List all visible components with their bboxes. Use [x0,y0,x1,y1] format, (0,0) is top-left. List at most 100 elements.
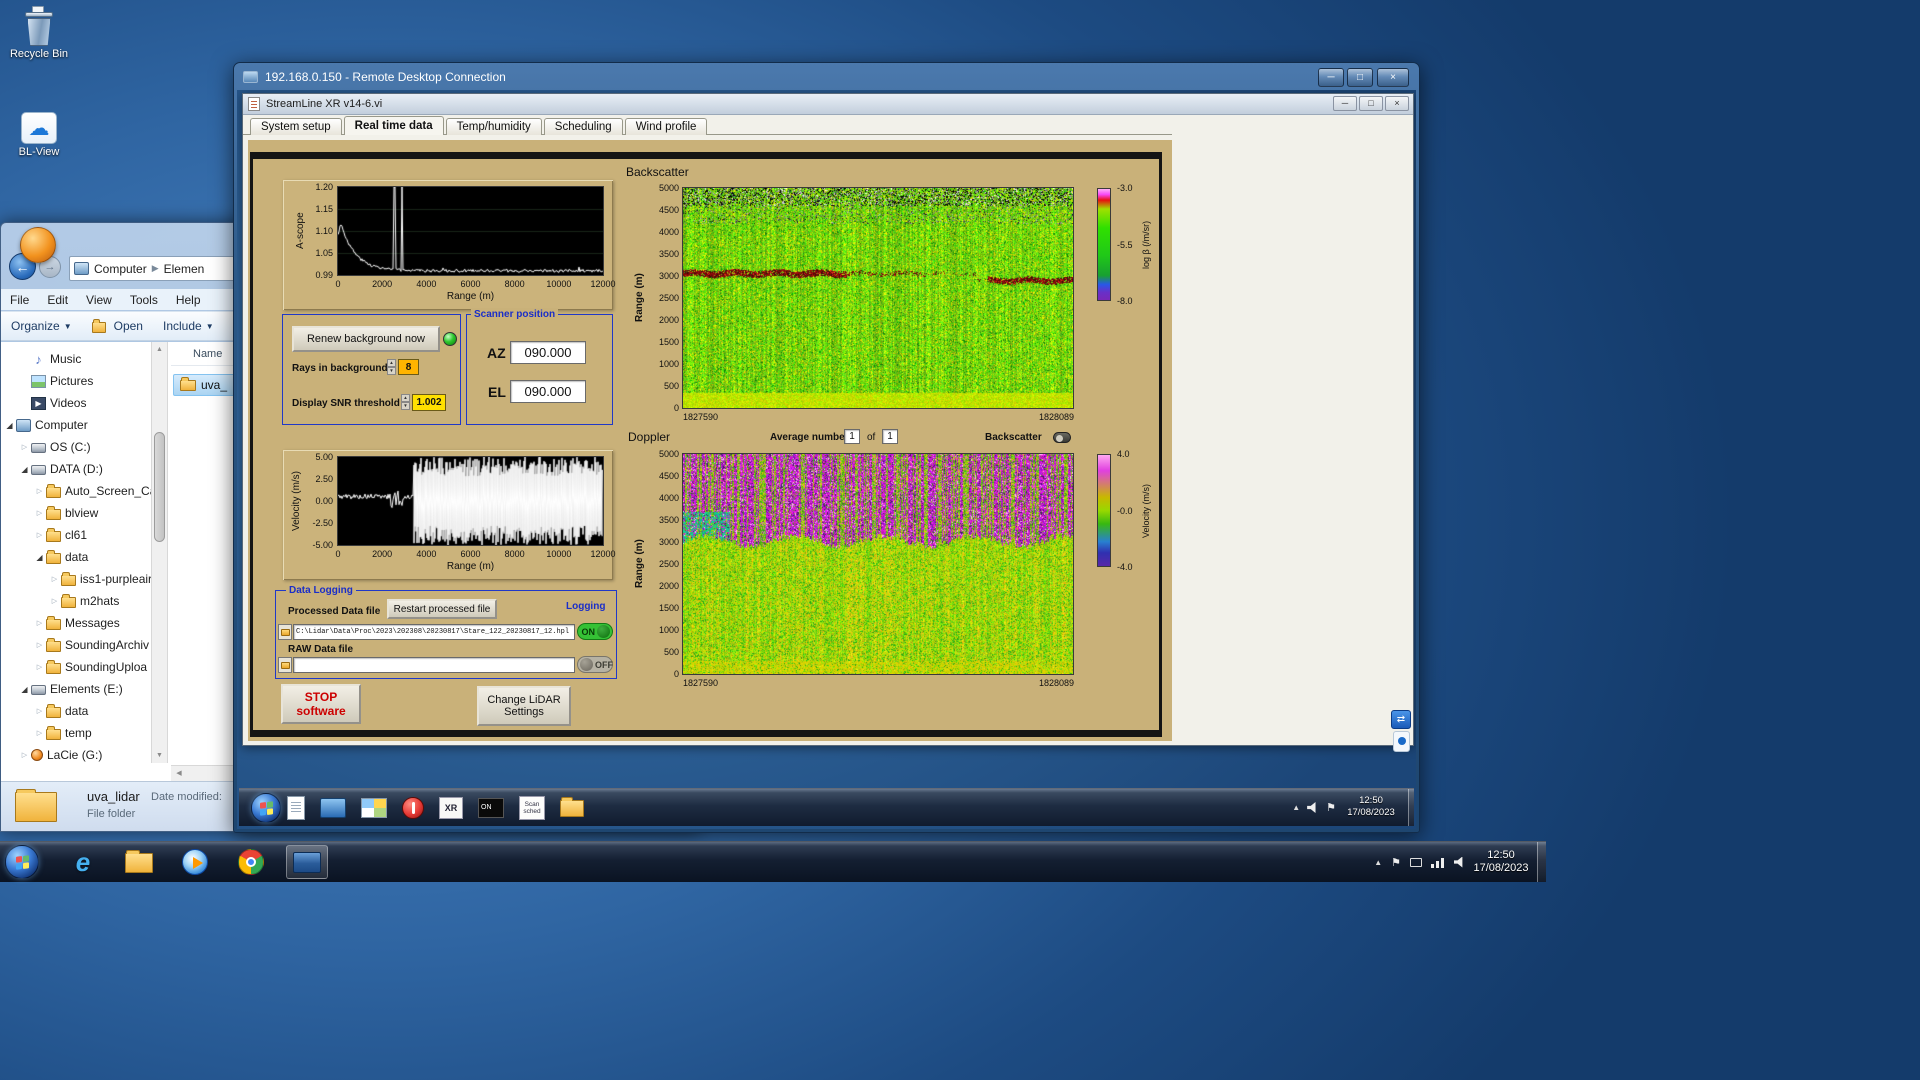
remote-taskbar-button-xr[interactable]: XR [439,797,463,819]
open-button[interactable]: Open [82,319,153,333]
stop-software-button[interactable]: STOPsoftware [281,684,361,724]
tree-scrollbar[interactable]: ▲ ▼ [151,342,168,763]
el-value[interactable]: 090.000 [510,380,586,403]
teamviewer-arrows-icon[interactable]: ⇄ [1391,710,1411,729]
tree-item-os-c[interactable]: ▷OS (C:) [1,436,151,458]
change-lidar-settings-button[interactable]: Change LiDARSettings [477,686,571,726]
remote-taskbar-button-app-blue[interactable] [320,798,346,818]
tree-item-m2hats[interactable]: ▷m2hats [1,590,151,612]
firefox-icon[interactable] [20,227,56,263]
backscatter-display-toggle[interactable] [1053,432,1071,443]
desktop-icon-bl-view[interactable]: ☁ BL-View [2,112,76,158]
taskbar-button-rdp[interactable] [286,845,328,879]
tree-collapsed-arrow-icon[interactable]: ▷ [33,663,46,671]
include-in-library-button[interactable]: Include▼ [153,319,224,333]
remote-taskbar-button-document[interactable] [287,796,305,820]
hidden-icons-arrow[interactable]: ▲ [1292,803,1300,812]
tree-item-data[interactable]: ▷data [1,700,151,722]
tree-collapsed-arrow-icon[interactable]: ▷ [33,729,46,737]
start-button[interactable] [5,845,39,879]
clock[interactable]: 12:50 17/08/2023 [1470,849,1532,875]
tree-item-pictures[interactable]: Pictures [1,370,151,392]
tab-temp-humidity[interactable]: Temp/humidity [446,118,542,136]
tree-item-messages[interactable]: ▷Messages [1,612,151,634]
teamviewer-panel[interactable]: ⇄ [1391,710,1411,754]
tree-item-soundingarchiv[interactable]: ▷SoundingArchiv [1,634,151,656]
tree-expanded-arrow-icon[interactable]: ◢ [3,421,16,430]
scroll-left-icon[interactable]: ◀ [171,766,187,781]
network-icon[interactable] [1431,857,1445,868]
processed-logging-toggle[interactable]: ON [577,623,613,640]
tab-scheduling[interactable]: Scheduling [544,118,623,136]
tree-collapsed-arrow-icon[interactable]: ▷ [33,531,46,539]
scroll-up-icon[interactable]: ▲ [152,342,167,357]
tab-wind-profile[interactable]: Wind profile [625,118,708,136]
tree-collapsed-arrow-icon[interactable]: ▷ [33,641,46,649]
breadcrumb-computer[interactable]: Computer [94,262,147,276]
snr-spinner[interactable]: ▲▼ [401,394,410,410]
restore-button[interactable]: □ [1359,96,1383,111]
raw-logging-toggle[interactable]: OFF [577,656,613,673]
tree-item-temp[interactable]: ▷temp [1,722,151,744]
taskbar-button-ie[interactable]: e [62,845,104,879]
show-desktop-button[interactable] [1537,842,1546,882]
name-column-header[interactable]: Name [171,348,222,360]
tree-item-iss1-purpleair[interactable]: ▷iss1-purpleair- [1,568,151,590]
remote-taskbar-button-folder-s[interactable] [560,798,584,817]
breadcrumb-folder[interactable]: Elemen [164,262,205,276]
menu-help[interactable]: Help [167,293,210,307]
tree-expanded-arrow-icon[interactable]: ◢ [18,465,31,474]
tree-item-blview[interactable]: ▷blview [1,502,151,524]
tree-item-soundinguploa[interactable]: ▷SoundingUploa [1,656,151,678]
renew-background-button[interactable]: Renew background now [292,326,440,352]
minimize-button[interactable]: ─ [1333,96,1357,111]
remote-show-desktop-button[interactable] [1408,789,1414,826]
desktop-icon-recycle-bin[interactable]: Recycle Bin [2,6,76,60]
remote-taskbar-button-power[interactable] [402,797,424,819]
teamviewer-icon[interactable] [1393,731,1410,752]
minimize-button[interactable]: ─ [1318,68,1344,87]
average-number-value[interactable]: 1 [844,429,860,444]
tree-collapsed-arrow-icon[interactable]: ▷ [48,597,61,605]
menu-file[interactable]: File [1,293,38,307]
action-center-flag-icon[interactable]: ⚑ [1326,801,1336,814]
snr-value[interactable]: 1.002 [412,394,446,411]
tree-expanded-arrow-icon[interactable]: ◢ [33,553,46,562]
tree-collapsed-arrow-icon[interactable]: ▷ [33,619,46,627]
tree-item-videos[interactable]: ▶Videos [1,392,151,414]
close-button[interactable]: × [1377,68,1409,87]
average-of-value[interactable]: 1 [882,429,898,444]
remote-taskbar-button-app-tiles[interactable] [361,798,387,818]
remote-taskbar-button-scan[interactable]: Scansched [519,796,545,820]
action-center-flag-icon[interactable]: ⚑ [1391,856,1401,869]
tree-item-lacie-g[interactable]: ▷LaCie (G:) [1,744,151,763]
hidden-icons-arrow[interactable]: ▲ [1374,858,1382,867]
tree-item-elements-e[interactable]: ◢Elements (E:) [1,678,151,700]
remote-clock[interactable]: 12:50 17/08/2023 [1340,795,1402,819]
raw-path-field[interactable] [293,657,575,673]
restart-processed-file-button[interactable]: Restart processed file [387,599,497,619]
taskbar-button-wmp[interactable] [174,845,216,879]
tab-system-setup[interactable]: System setup [250,118,342,136]
organize-button[interactable]: Organize▼ [1,319,82,333]
display-icon[interactable] [1410,858,1422,867]
rays-value[interactable]: 8 [398,359,419,375]
rdp-titlebar[interactable]: 192.168.0.150 - Remote Desktop Connectio… [234,63,1419,90]
labview-titlebar[interactable]: StreamLine XR v14-6.vi ─ □ × [243,94,1413,115]
remote-start-button[interactable] [251,793,281,823]
tree-item-computer[interactable]: ◢Computer [1,414,151,436]
tree-item-data-d[interactable]: ◢DATA (D:) [1,458,151,480]
tree-collapsed-arrow-icon[interactable]: ▷ [18,443,31,451]
tree-item-auto-screen-ca[interactable]: ▷Auto_Screen_Ca [1,480,151,502]
close-button[interactable]: × [1385,96,1409,111]
tree-item-data[interactable]: ◢data [1,546,151,568]
raw-path-browse-icon[interactable] [278,657,292,673]
taskbar-button-folder-big[interactable] [118,845,160,879]
menu-view[interactable]: View [77,293,121,307]
volume-icon[interactable] [1307,802,1319,813]
az-value[interactable]: 090.000 [510,341,586,364]
rays-spinner[interactable]: ▲▼ [387,359,396,375]
remote-taskbar-button-console[interactable]: ON [478,798,504,818]
menu-tools[interactable]: Tools [121,293,167,307]
processed-path-browse-icon[interactable] [278,624,292,640]
